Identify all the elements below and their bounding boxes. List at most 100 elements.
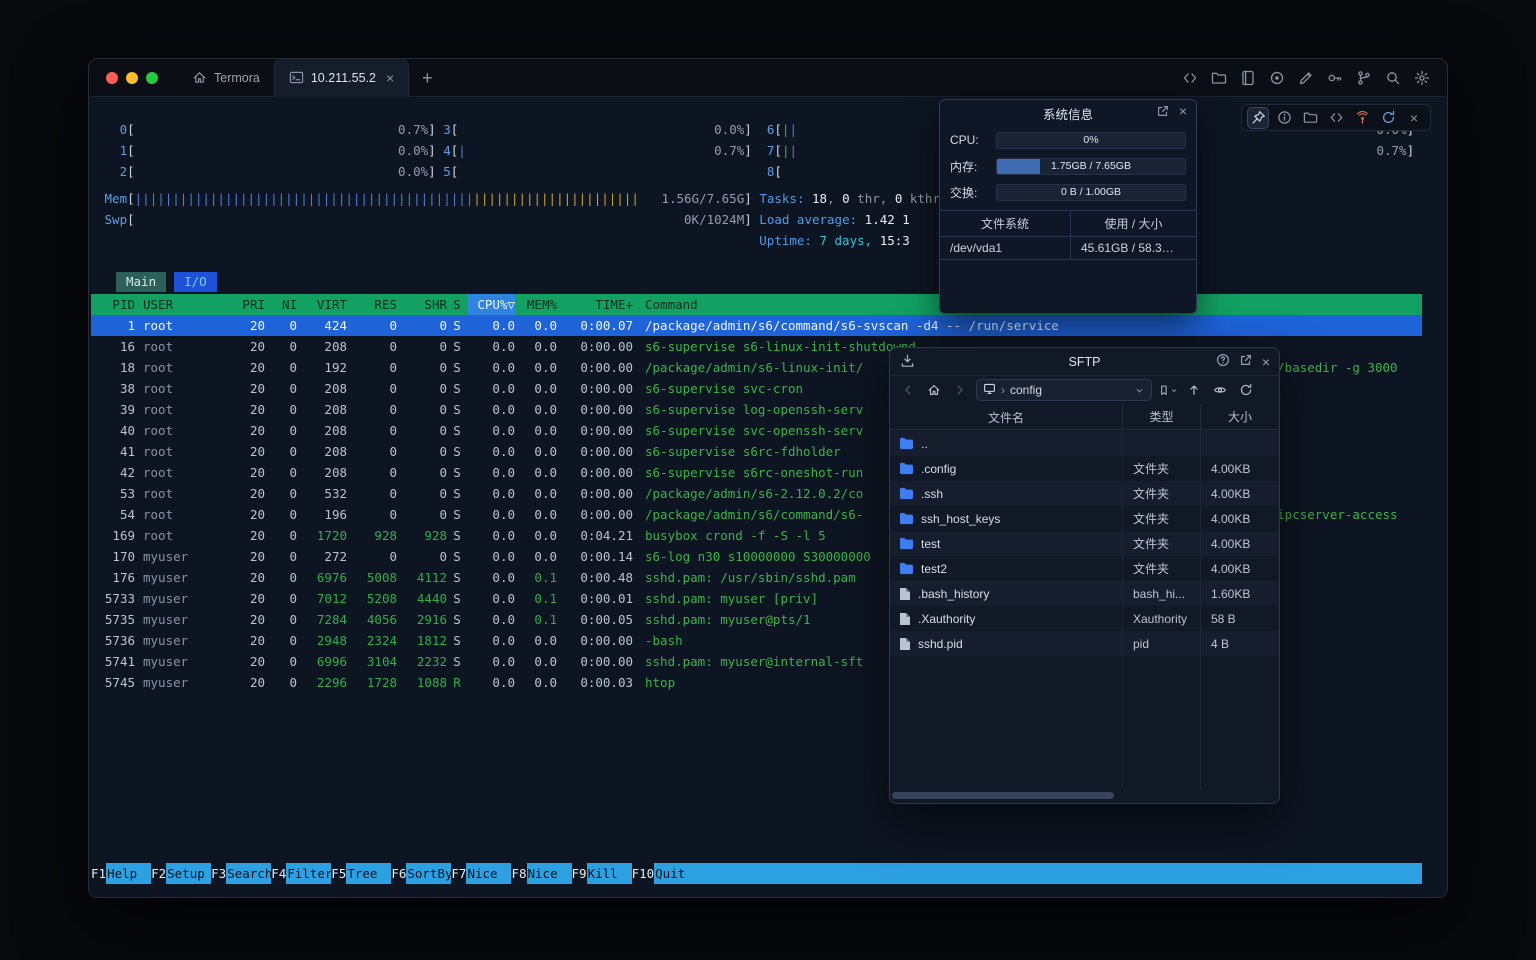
horizontal-scrollbar[interactable] — [892, 792, 1114, 799]
popout-icon[interactable] — [1156, 104, 1170, 123]
fn-f7-nice[interactable]: F7Nice - — [451, 863, 511, 884]
folder-icon[interactable] — [1299, 107, 1321, 129]
folder-icon[interactable] — [1207, 66, 1231, 90]
fn-f10-quit[interactable]: F10Quit — [632, 863, 700, 884]
cell-pri: 20 — [233, 525, 265, 546]
home-icon[interactable] — [924, 380, 944, 400]
column-header-pri[interactable]: PRI — [233, 294, 265, 315]
tab-ssh-session[interactable]: 10.211.55.2 × — [274, 59, 409, 97]
fn-f9-kill[interactable]: F9Kill — [572, 863, 632, 884]
column-header-user[interactable]: USER — [135, 294, 233, 315]
column-header-size[interactable]: 大小 — [1200, 404, 1279, 430]
refresh-icon[interactable] — [1236, 380, 1256, 400]
close-icon[interactable]: × — [1262, 355, 1270, 369]
cell-res: 2324 — [347, 630, 397, 651]
cell-s: S — [447, 315, 467, 336]
chevron-down-icon[interactable] — [1134, 385, 1145, 396]
computer-icon — [983, 382, 996, 398]
sftp-file-row[interactable]: .. — [890, 431, 1279, 456]
path-breadcrumb[interactable]: › config — [976, 379, 1152, 401]
cell-pid: 41 — [91, 441, 135, 462]
htop-screen-tab-main[interactable]: Main — [116, 272, 166, 292]
back-icon[interactable] — [898, 380, 918, 400]
sftp-file-row[interactable]: .bash_historybash_hi...1.60KB — [890, 581, 1279, 606]
forward-icon[interactable] — [950, 380, 970, 400]
fn-f2-setup[interactable]: F2Setup — [151, 863, 211, 884]
column-header-mem[interactable]: MEM% — [515, 294, 557, 315]
column-header-cpu[interactable]: CPU%▽ — [467, 294, 515, 315]
code-icon[interactable] — [1325, 107, 1347, 129]
record-icon[interactable] — [1265, 66, 1289, 90]
sftp-file-row[interactable]: sshd.pidpid4 B — [890, 631, 1279, 656]
process-row[interactable]: 1root20042400S0.00.00:00.07/package/admi… — [91, 315, 1422, 336]
sftp-file-row[interactable]: .ssh文件夹4.00KB — [890, 481, 1279, 506]
cell-res: 0 — [347, 462, 397, 483]
minimize-window-button[interactable] — [126, 72, 138, 84]
popout-icon[interactable] — [1239, 353, 1253, 370]
sftp-file-row[interactable]: ssh_host_keys文件夹4.00KB — [890, 506, 1279, 531]
column-header-s[interactable]: S — [447, 294, 467, 315]
fn-f6-sortby[interactable]: F6SortBy — [391, 863, 451, 884]
column-header-pid[interactable]: PID — [91, 294, 135, 315]
sftp-file-row[interactable]: .config文件夹4.00KB — [890, 456, 1279, 481]
journal-icon[interactable] — [1236, 66, 1260, 90]
pin-icon[interactable] — [1247, 107, 1269, 129]
cell-cpu: 0.0 — [467, 504, 515, 525]
column-header-res[interactable]: RES — [347, 294, 397, 315]
column-header-type[interactable]: 类型 — [1122, 404, 1200, 430]
help-icon[interactable] — [1216, 353, 1230, 370]
cell-shr: 0 — [397, 399, 447, 420]
file-size-cell: 4.00KB — [1200, 562, 1279, 576]
edit-icon[interactable] — [1294, 66, 1318, 90]
cell-s: S — [447, 567, 467, 588]
key-icon[interactable] — [1323, 66, 1347, 90]
cell-cpu: 0.0 — [467, 441, 515, 462]
fn-f3-search[interactable]: F3Search — [211, 863, 271, 884]
terminal-line: 0[ 0.7%] 3[ 0.0%] 6[|| 0.0%] — [97, 119, 1414, 140]
close-tab-icon[interactable]: × — [386, 71, 394, 85]
sftp-file-row[interactable]: test2文件夹4.00KB — [890, 556, 1279, 581]
column-header-filename[interactable]: 文件名 — [890, 409, 1122, 426]
column-header-time[interactable]: TIME+ — [557, 294, 633, 315]
column-header-ni[interactable]: NI — [265, 294, 297, 315]
fn-f1-help[interactable]: F1Help — [91, 863, 151, 884]
code-icon[interactable] — [1178, 66, 1202, 90]
info-icon[interactable] — [1273, 107, 1295, 129]
close-icon[interactable]: × — [1403, 107, 1425, 129]
branch-icon[interactable] — [1352, 66, 1376, 90]
column-header-shr[interactable]: SHR — [397, 294, 447, 315]
cell-ni: 0 — [265, 525, 297, 546]
broadcast-icon[interactable] — [1351, 107, 1373, 129]
terminal-line: 1[ 0.0%] 4[| 0.7%] 7[|| 0.7%] — [97, 140, 1414, 161]
bookmark-icon[interactable] — [1158, 380, 1178, 400]
cell-cpu: 0.0 — [467, 462, 515, 483]
cell-res: 5008 — [347, 567, 397, 588]
fn-f4-filter[interactable]: F4Filter — [271, 863, 331, 884]
search-icon[interactable] — [1381, 66, 1405, 90]
fn-f8-nice[interactable]: F8Nice + — [511, 863, 571, 884]
file-name: .Xauthority — [918, 612, 975, 626]
close-window-button[interactable] — [106, 72, 118, 84]
refresh-icon[interactable] — [1377, 107, 1399, 129]
sftp-file-row[interactable]: .XauthorityXauthority58 B — [890, 606, 1279, 631]
column-header-virt[interactable]: VIRT — [297, 294, 347, 315]
sftp-file-row[interactable]: test文件夹4.00KB — [890, 531, 1279, 556]
settings-icon[interactable] — [1410, 66, 1434, 90]
cell-shr: 2232 — [397, 651, 447, 672]
cell-s: R — [447, 672, 467, 693]
cell-user: myuser — [135, 588, 233, 609]
cell-cpu: 0.0 — [467, 567, 515, 588]
fn-f5-tree[interactable]: F5Tree — [331, 863, 391, 884]
system-info-panel: 系统信息 × CPU:0%内存:1.75GB / 7.65GB交换:0 B / … — [939, 99, 1197, 314]
cell-shr: 0 — [397, 336, 447, 357]
close-icon[interactable]: × — [1179, 104, 1187, 123]
eye-icon[interactable] — [1210, 380, 1230, 400]
htop-screen-tab-i-o[interactable]: I/O — [174, 272, 217, 292]
file-icon — [899, 612, 911, 626]
upload-icon[interactable] — [1184, 380, 1204, 400]
cell-shr: 0 — [397, 462, 447, 483]
cell-time: 0:00.00 — [557, 357, 633, 378]
zoom-window-button[interactable] — [146, 72, 158, 84]
new-tab-button[interactable]: + — [409, 69, 446, 87]
tab-termora-home[interactable]: Termora — [178, 59, 274, 97]
